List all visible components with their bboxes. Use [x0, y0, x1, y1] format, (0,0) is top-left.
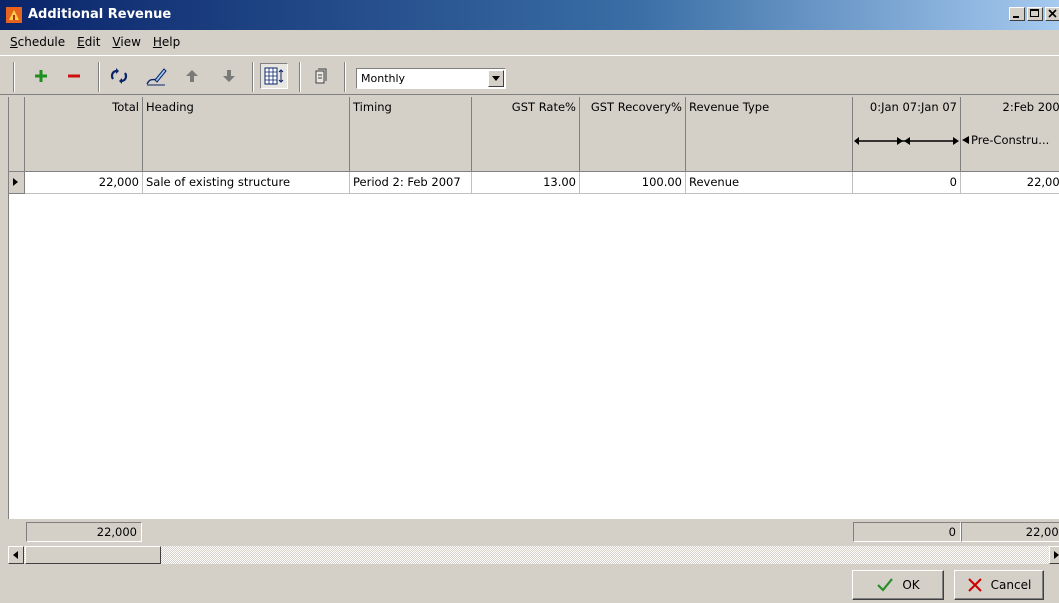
cancel-x-icon: [967, 578, 982, 592]
menu-schedule[interactable]: Schedule: [10, 35, 65, 49]
scroll-right-button[interactable]: [1049, 546, 1059, 564]
cell-revenue-type[interactable]: Revenue: [686, 172, 853, 194]
left-arrow-icon: [962, 136, 969, 144]
toolbar-separator: [252, 62, 254, 92]
ok-button[interactable]: OK: [852, 570, 944, 600]
refresh-icon: [110, 68, 128, 84]
period-2-phase: Pre-Constru...: [961, 133, 1049, 147]
menu-edit[interactable]: Edit: [77, 35, 100, 49]
header-period-2[interactable]: 2:Feb 2007 Pre-Constru...: [961, 97, 1059, 172]
toolbar-separator: [299, 62, 301, 92]
revenue-grid: Total Heading Timing GST Rate% GST Recov…: [8, 97, 1059, 519]
footer-period-2: 22,000: [961, 522, 1059, 542]
period-select-value: Monthly: [361, 72, 406, 85]
minimize-button[interactable]: [1009, 7, 1025, 21]
scroll-thumb[interactable]: [25, 546, 161, 564]
footer-period-0: 0: [853, 522, 961, 542]
period-select[interactable]: Monthly: [356, 68, 506, 89]
toolbar-separator: [344, 62, 346, 92]
scroll-left-icon: [13, 551, 18, 559]
remove-icon: [68, 74, 80, 78]
cancel-button[interactable]: Cancel: [954, 570, 1044, 600]
move-down-button[interactable]: [218, 65, 240, 87]
header-revenue-type[interactable]: Revenue Type: [686, 97, 853, 172]
export-button[interactable]: [310, 65, 332, 87]
edit-button[interactable]: [145, 65, 167, 87]
toolbar-separator: [13, 62, 15, 92]
minimize-icon: [1013, 16, 1019, 18]
move-up-icon: [186, 70, 198, 82]
scroll-left-button[interactable]: [8, 546, 24, 564]
cell-gst-recovery[interactable]: 100.00: [580, 172, 686, 194]
checkmark-icon: [877, 578, 894, 592]
maximize-button[interactable]: [1027, 7, 1043, 21]
header-gst-rate[interactable]: GST Rate%: [472, 97, 580, 172]
grid-footer: 22,000 0 22,000: [8, 519, 1059, 545]
ok-label: OK: [902, 578, 920, 592]
close-button[interactable]: [1045, 7, 1059, 21]
current-row-icon: [13, 178, 18, 186]
header-period-0[interactable]: 0:Jan 07:Jan 07: [853, 97, 961, 172]
add-icon: [35, 70, 47, 82]
edit-icon: [146, 68, 167, 86]
close-icon: [1048, 9, 1057, 18]
menu-help[interactable]: Help: [153, 35, 180, 49]
row-indicator-header: [9, 97, 25, 172]
remove-button[interactable]: [63, 65, 85, 87]
add-button[interactable]: [30, 65, 52, 87]
title-bar[interactable]: Additional Revenue: [0, 0, 1059, 30]
columns-toggle-button[interactable]: [260, 63, 288, 89]
cell-heading[interactable]: Sale of existing structure: [143, 172, 350, 194]
cell-period-2[interactable]: 22,000: [961, 172, 1059, 194]
columns-icon: [264, 67, 284, 85]
cell-gst-rate[interactable]: 13.00: [472, 172, 580, 194]
window-title: Additional Revenue: [28, 7, 172, 22]
period-0-label: 0:Jan 07:Jan 07: [869, 100, 957, 114]
timeline-arrows-icon: [854, 137, 959, 145]
chevron-down-icon: [492, 76, 500, 81]
menu-bar: Schedule Edit View Help: [0, 30, 1059, 54]
menu-view[interactable]: View: [112, 35, 140, 49]
refresh-button[interactable]: [108, 65, 130, 87]
header-gst-recovery[interactable]: GST Recovery%: [580, 97, 686, 172]
move-down-icon: [223, 70, 235, 82]
move-up-button[interactable]: [181, 65, 203, 87]
horizontal-scrollbar[interactable]: [8, 546, 1059, 564]
scroll-right-icon: [1054, 551, 1059, 559]
period-2-phase-label: Pre-Constru...: [971, 133, 1050, 147]
header-timing[interactable]: Timing: [350, 97, 472, 172]
toolbar-separator: [98, 62, 100, 92]
header-total[interactable]: Total: [25, 97, 143, 172]
app-icon: [6, 7, 22, 23]
toolbar: Monthly: [0, 55, 1059, 95]
export-icon: [315, 68, 327, 84]
header-heading[interactable]: Heading: [143, 97, 350, 172]
cell-timing[interactable]: Period 2: Feb 2007: [350, 172, 472, 194]
cell-total[interactable]: 22,000: [25, 172, 143, 194]
cell-period-0[interactable]: 0: [853, 172, 961, 194]
dropdown-button[interactable]: [488, 70, 504, 87]
row-indicator[interactable]: [9, 172, 25, 194]
maximize-icon: [1030, 9, 1039, 17]
period-2-label: 2:Feb 2007: [1002, 100, 1059, 114]
footer-total: 22,000: [26, 522, 142, 542]
cancel-label: Cancel: [990, 578, 1032, 592]
